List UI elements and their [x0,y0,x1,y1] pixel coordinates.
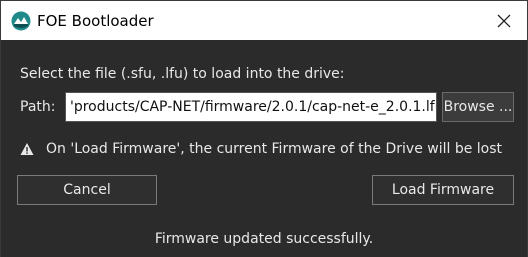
warning-icon [20,142,34,156]
status-message: Firmware updated successfully. [154,231,374,247]
window-title: FOE Bootloader [37,12,154,30]
load-firmware-button[interactable]: Load Firmware [372,175,514,205]
close-button[interactable] [481,1,527,40]
select-file-prompt: Select the file (.sfu, .lfu) to load int… [20,66,345,82]
dialog-content: Select the file (.sfu, .lfu) to load int… [1,40,527,257]
bootloader-window: FOE Bootloader Select the file (.sfu, .l… [0,0,528,257]
warning-message: On 'Load Firmware', the current Firmware… [46,141,503,157]
cancel-button[interactable]: Cancel [17,175,157,205]
path-input[interactable]: 'products/CAP-NET/firmware/2.0.1/cap-net… [65,92,437,122]
close-icon [497,14,511,27]
title-bar[interactable]: FOE Bootloader [1,1,527,40]
browse-button[interactable]: Browse ... [442,92,514,122]
path-label: Path: [20,99,56,115]
app-logo-icon [11,11,31,31]
